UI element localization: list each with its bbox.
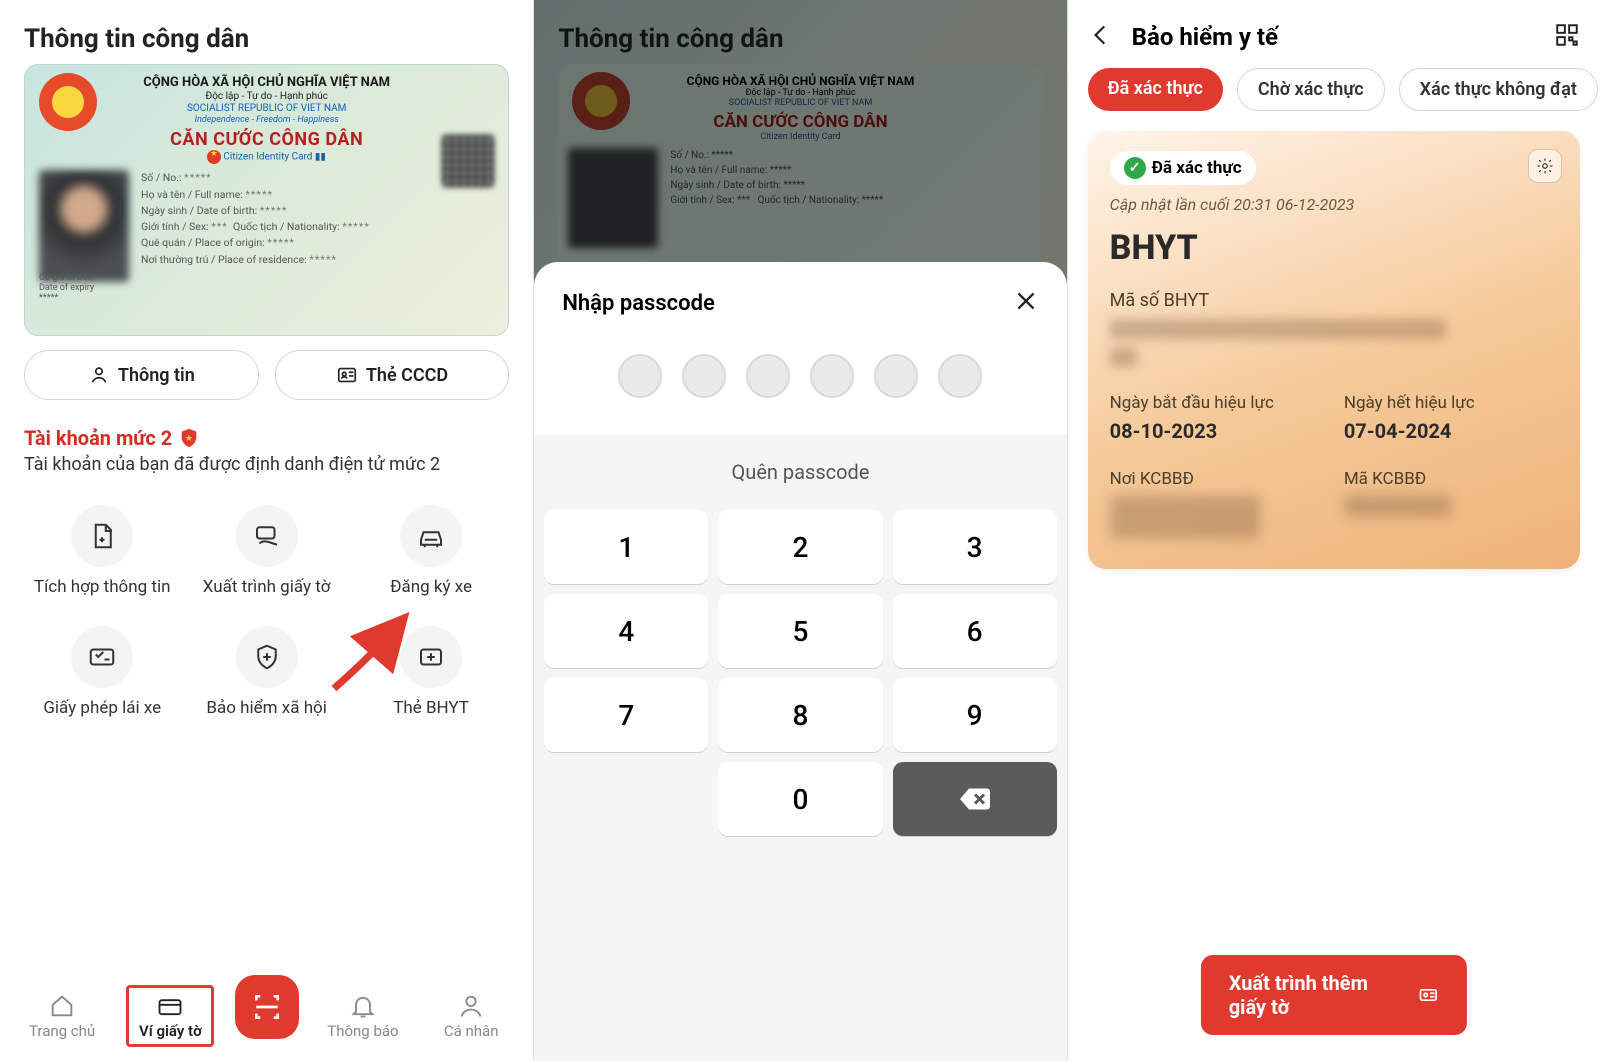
end-date-value: 07-04-2024 xyxy=(1344,419,1558,443)
tab-verified[interactable]: Đã xác thực xyxy=(1088,68,1223,111)
passcode-dot xyxy=(618,354,662,398)
settings-button[interactable] xyxy=(1528,149,1562,183)
card-title: CĂN CƯỚC CÔNG DÂN xyxy=(39,129,494,150)
key-1[interactable]: 1 xyxy=(544,510,708,584)
qr-button[interactable] xyxy=(1554,22,1580,52)
nav-notifications[interactable]: Thông báo xyxy=(319,992,407,1040)
document-plus-icon xyxy=(87,521,117,551)
passcode-dot xyxy=(682,354,726,398)
nav-scan[interactable] xyxy=(235,975,299,1039)
gear-icon xyxy=(1536,157,1554,175)
place-label: Nơi KCBBĐ xyxy=(1110,469,1324,489)
wallet-icon xyxy=(156,992,184,1020)
passcode-dots xyxy=(534,326,1066,434)
backspace-icon xyxy=(957,781,993,817)
grid-item-vehicle[interactable]: Đăng ký xe xyxy=(353,505,509,598)
key-2[interactable]: 2 xyxy=(718,510,882,584)
grid-item-bhyt[interactable]: Thẻ BHYT xyxy=(353,626,509,719)
passcode-dot xyxy=(746,354,790,398)
health-card-icon xyxy=(416,642,446,672)
scan-icon xyxy=(251,991,283,1023)
verified-badge: ✓ Đã xác thực xyxy=(1110,151,1256,185)
code-value-blurred xyxy=(1110,347,1137,367)
account-level: Tài khoản mức 2 xyxy=(24,426,172,450)
passcode-dot xyxy=(938,354,982,398)
bottom-nav: Trang chủ Ví giấy tờ Thông báo Cá nhân xyxy=(0,977,533,1061)
end-date-label: Ngày hết hiệu lực xyxy=(1344,393,1558,413)
grid-item-social-insurance[interactable]: Bảo hiểm xã hội xyxy=(188,626,344,719)
id-card-icon xyxy=(336,364,358,386)
qr-icon xyxy=(1554,22,1580,48)
start-date-value: 08-10-2023 xyxy=(1110,419,1324,443)
code-label: Mã số BHYT xyxy=(1110,290,1558,311)
close-icon xyxy=(1013,288,1039,314)
car-icon xyxy=(416,521,446,551)
shield-star-icon: ★ xyxy=(178,427,200,449)
nav-home[interactable]: Trang chủ xyxy=(18,992,106,1040)
passcode-dot xyxy=(874,354,918,398)
id-card[interactable]: CỘNG HÒA XÃ HỘI CHỦ NGHĨA VIỆT NAM Độc l… xyxy=(24,64,509,336)
key-9[interactable]: 9 xyxy=(893,678,1057,752)
bhyt-card[interactable]: ✓ Đã xác thực Cập nhật lần cuối 20:31 06… xyxy=(1088,131,1580,569)
key-0[interactable]: 0 xyxy=(718,762,882,836)
hand-card-icon xyxy=(252,521,282,551)
start-date-label: Ngày bắt đầu hiệu lực xyxy=(1110,393,1324,413)
key-backspace[interactable] xyxy=(893,762,1057,836)
country-line: CỘNG HÒA XÃ HỘI CHỦ NGHĨA VIỆT NAM xyxy=(39,75,494,91)
arrow-left-icon xyxy=(1088,22,1114,48)
sheet-title: Nhập passcode xyxy=(562,291,714,316)
account-desc: Tài khoản của bạn đã được định danh điện… xyxy=(24,454,509,475)
key-7[interactable]: 7 xyxy=(544,678,708,752)
present-more-button[interactable]: Xuất trình thêm giấy tờ xyxy=(1201,955,1467,1035)
code-value-blurred xyxy=(1110,319,1446,339)
tab-pending[interactable]: Chờ xác thực xyxy=(1237,68,1385,111)
keypad: 1 2 3 4 5 6 7 8 9 0 xyxy=(534,502,1066,1061)
cccd-button[interactable]: Thẻ CCCD xyxy=(275,350,510,400)
close-button[interactable] xyxy=(1013,288,1039,318)
nav-wallet[interactable]: Ví giấy tờ xyxy=(126,985,214,1047)
home-icon xyxy=(48,992,76,1020)
key-blank xyxy=(544,762,708,836)
bell-icon xyxy=(349,992,377,1020)
grid-item-license[interactable]: Giấy phép lái xe xyxy=(24,626,180,719)
placecode-label: Mã KCBBĐ xyxy=(1344,469,1558,489)
nav-profile[interactable]: Cá nhân xyxy=(427,992,515,1040)
key-8[interactable]: 8 xyxy=(718,678,882,752)
user-icon xyxy=(88,364,110,386)
national-emblem-icon xyxy=(39,73,97,131)
card-title: BHYT xyxy=(1110,228,1558,268)
back-button[interactable] xyxy=(1088,22,1114,52)
motto: Độc lập - Tự do - Hạnh phúc xyxy=(39,91,494,103)
tab-failed[interactable]: Xác thực không đạt xyxy=(1399,68,1598,111)
key-6[interactable]: 6 xyxy=(893,594,1057,668)
last-updated: Cập nhật lần cuối 20:31 06-12-2023 xyxy=(1110,195,1558,214)
passcode-sheet: Nhập passcode Quên passcode 1 2 3 4 5 6 … xyxy=(534,262,1066,1061)
check-icon: ✓ xyxy=(1124,157,1146,179)
grid-item-integrate[interactable]: Tích hợp thông tin xyxy=(24,505,180,598)
key-4[interactable]: 4 xyxy=(544,594,708,668)
id-badge-icon xyxy=(1418,983,1439,1007)
info-button[interactable]: Thông tin xyxy=(24,350,259,400)
qr-code-icon xyxy=(442,135,494,187)
card-subtitle: Citizen Identity Card ▮▮ xyxy=(39,150,494,164)
license-icon xyxy=(87,642,117,672)
person-icon xyxy=(457,992,485,1020)
key-5[interactable]: 5 xyxy=(718,594,882,668)
passcode-dot xyxy=(810,354,854,398)
country-en: SOCIALIST REPUBLIC OF VIET NAM xyxy=(39,103,494,115)
id-photo xyxy=(39,170,129,282)
shield-plus-icon xyxy=(252,642,282,672)
place-value-blurred xyxy=(1110,495,1260,539)
page-title: Bảo hiểm y tế xyxy=(1132,23,1536,51)
placecode-value-blurred xyxy=(1344,495,1451,517)
page-title: Thông tin công dân xyxy=(0,0,533,64)
expiry: Có giá trị đến: Date of expiry ***** xyxy=(39,273,94,303)
forgot-passcode-link[interactable]: Quên passcode xyxy=(534,434,1066,502)
id-fields: Số / No.: ***** Họ và tên / Full name: *… xyxy=(141,170,494,282)
motto-en: Independence - Freedom - Happiness xyxy=(39,115,494,126)
key-3[interactable]: 3 xyxy=(893,510,1057,584)
grid-item-present[interactable]: Xuất trình giấy tờ xyxy=(188,505,344,598)
svg-text:★: ★ xyxy=(185,434,193,444)
